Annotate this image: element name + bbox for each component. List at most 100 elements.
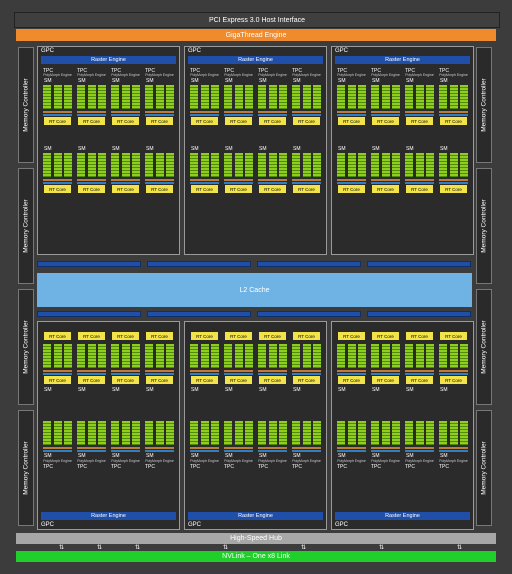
raster-engine-label: Raster Engine (238, 513, 273, 519)
tpc: TPC PolyMorph Engine SM RT Core (76, 68, 107, 156)
cuda-core-column (87, 153, 96, 177)
sm-cores (405, 421, 434, 445)
polymorph-engine: PolyMorph Engine (439, 73, 468, 77)
sm-band (371, 370, 400, 372)
rt-core: RT Core (406, 376, 433, 384)
rt-core-label: RT Core (117, 186, 134, 192)
sm-label: SM (146, 387, 154, 393)
memory-controller-label: Memory Controller (480, 199, 488, 253)
cuda-core-column (449, 85, 458, 109)
sm-cores (145, 153, 174, 177)
rt-core-label: RT Core (151, 333, 168, 339)
sm-band (111, 370, 140, 372)
memory-controller-label: Memory Controller (480, 320, 488, 374)
rt-core: RT Core (372, 376, 399, 384)
tpc-label: TPC (337, 464, 347, 470)
rt-core: RT Core (259, 332, 286, 340)
sm-label: SM (191, 387, 199, 393)
sm-band (145, 370, 174, 372)
cuda-core-column (211, 85, 219, 109)
rt-core: RT Core (191, 185, 218, 193)
rt-core: RT Core (338, 332, 365, 340)
cuda-core-column (98, 153, 106, 177)
tpc: RT Core RT Core SM (110, 329, 141, 417)
l2-slice (37, 311, 141, 317)
rt-core-label: RT Core (151, 118, 168, 124)
cuda-core-column (292, 421, 300, 445)
sm-band (439, 450, 468, 452)
sm-cores (405, 153, 434, 177)
cuda-core-column (200, 344, 209, 368)
rt-core-label: RT Core (49, 333, 66, 339)
gpc-label: GPC (335, 48, 349, 54)
rt-core: RT Core (78, 332, 105, 340)
raster-engine: Raster Engine (335, 56, 470, 64)
rt-core: RT Core (225, 185, 252, 193)
cuda-core-column (268, 344, 277, 368)
sm-band (190, 114, 219, 116)
rt-core: RT Core (293, 185, 320, 193)
polymorph-engine: PolyMorph Engine (371, 73, 400, 77)
cuda-core-column (166, 153, 174, 177)
sm-label: SM (112, 78, 120, 84)
sm-label: SM (259, 387, 267, 393)
sm-band (77, 373, 106, 375)
tpc: SM RT Core (404, 146, 435, 234)
sm-cores (292, 153, 321, 177)
cuda-core-column (64, 85, 72, 109)
rt-core-label: RT Core (343, 118, 360, 124)
tpc: SM RT Core (144, 146, 175, 234)
memory-controller: Memory Controller (476, 289, 492, 405)
raster-engine: Raster Engine (188, 512, 323, 520)
sm-cores (145, 344, 174, 368)
sm-cores (371, 153, 400, 177)
cuda-core-column (381, 421, 390, 445)
cuda-core-column (190, 153, 198, 177)
memory-controller: Memory Controller (476, 47, 492, 163)
cuda-core-column (98, 85, 106, 109)
sm-band (224, 111, 253, 113)
sm-band (145, 182, 174, 184)
rt-core: RT Core (372, 332, 399, 340)
gpc-block: GPC Raster Engine TPC PolyMorph Engine SM RT … (184, 46, 327, 255)
sm-band (258, 450, 287, 452)
sm-label: SM (372, 146, 380, 152)
sm-band (292, 447, 321, 449)
gpc-block: GPC Raster Engine TPC PolyMorph Engine SM RT … (37, 46, 180, 255)
polymorph-engine: PolyMorph Engine (190, 459, 219, 463)
tpc-label: TPC (258, 464, 268, 470)
sm-cores (439, 421, 468, 445)
rt-core-label: RT Core (49, 118, 66, 124)
sm-band (224, 179, 253, 181)
rt-core: RT Core (78, 185, 105, 193)
cuda-core-column (43, 421, 51, 445)
tpc: SM PolyMorph Engine TPC (404, 417, 435, 505)
rt-core-label: RT Core (196, 186, 213, 192)
rt-core-label: RT Core (298, 333, 315, 339)
rt-core: RT Core (259, 117, 286, 125)
raster-engine-label: Raster Engine (238, 57, 273, 63)
cuda-core-column (166, 344, 174, 368)
cuda-core-column (43, 85, 51, 109)
rt-core-label: RT Core (343, 377, 360, 383)
sm-band (258, 182, 287, 184)
rt-core: RT Core (406, 185, 433, 193)
sm-band (371, 373, 400, 375)
rt-core: RT Core (440, 117, 467, 125)
sm-label: SM (338, 146, 346, 152)
cuda-core-column (53, 344, 62, 368)
cuda-core-column (234, 85, 243, 109)
raster-engine: Raster Engine (41, 512, 176, 520)
polymorph-engine: PolyMorph Engine (43, 459, 72, 463)
tpc: RT Core RT Core SM (370, 329, 401, 417)
sm-cores (111, 153, 140, 177)
cuda-core-column (449, 344, 458, 368)
cuda-core-column (358, 85, 366, 109)
tpc: TPC PolyMorph Engine SM RT Core (223, 68, 254, 156)
cuda-core-column (439, 344, 447, 368)
sm-band (43, 373, 72, 375)
cuda-core-column (358, 421, 366, 445)
polymorph-engine: PolyMorph Engine (111, 73, 140, 77)
tpc: TPC PolyMorph Engine SM RT Core (189, 68, 220, 156)
tpc: SM PolyMorph Engine TPC (370, 417, 401, 505)
